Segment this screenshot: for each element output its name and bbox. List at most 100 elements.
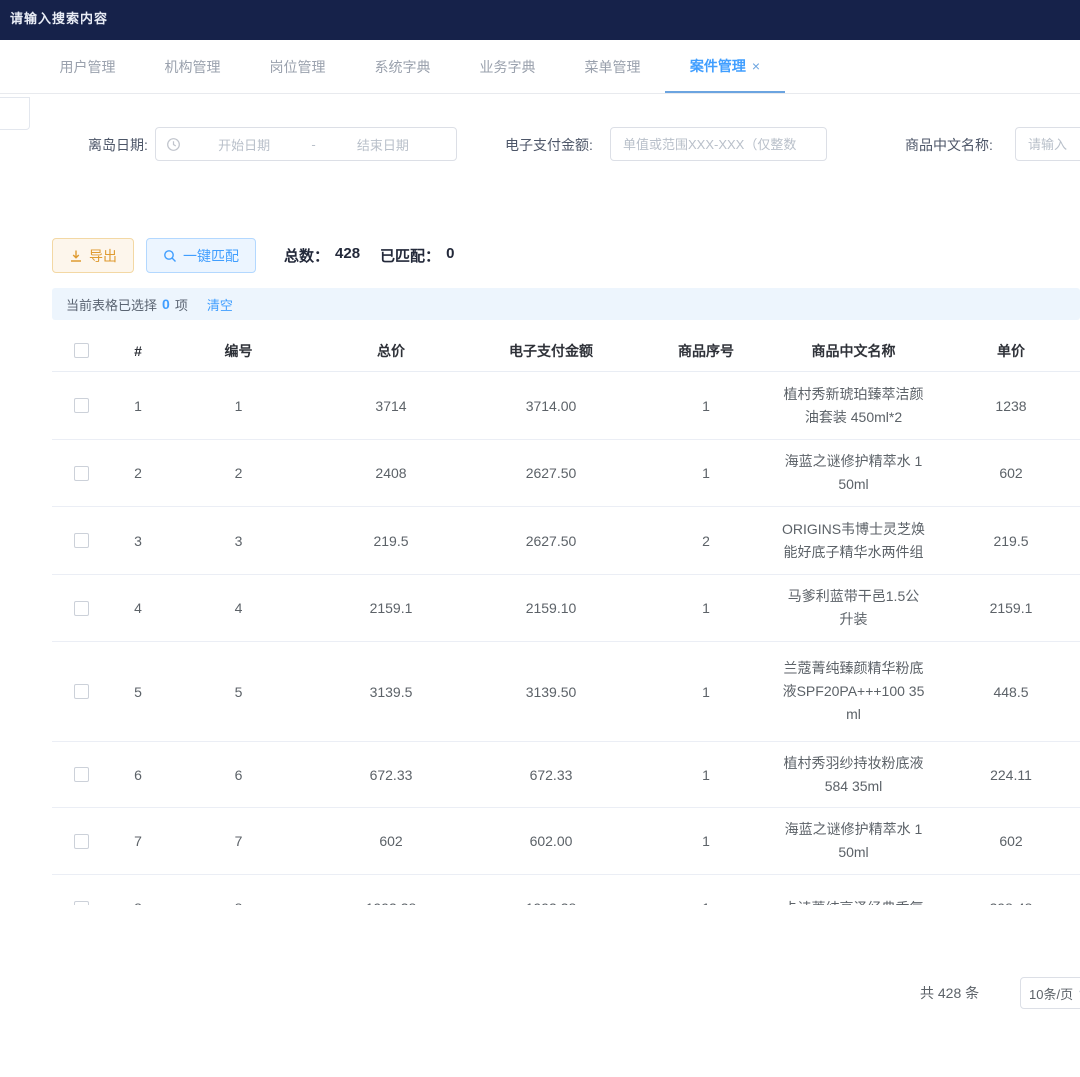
- selection-prefix: 当前表格已选择: [66, 295, 157, 314]
- cell-total: 2408: [311, 465, 471, 481]
- page-size-value: 10条/页: [1029, 984, 1073, 1003]
- col-header-unit: 单价: [926, 341, 1080, 361]
- date-range-picker[interactable]: 开始日期 - 结束日期: [155, 127, 457, 161]
- selection-bar: 当前表格已选择 0 项 清空: [52, 288, 1080, 320]
- cell-index: 6: [110, 767, 166, 783]
- tab-label: 业务字典: [480, 57, 536, 77]
- top-navbar: 请输入搜索内容: [0, 0, 1080, 40]
- cell-seq: 2: [631, 533, 781, 549]
- col-header-epay: 电子支付金额: [471, 341, 631, 361]
- tab-system-dict[interactable]: 系统字典: [350, 40, 455, 93]
- cell-epay: 2159.10: [471, 600, 631, 616]
- clear-selection-link[interactable]: 清空: [207, 295, 233, 314]
- cell-index: 1: [110, 398, 166, 414]
- amount-input[interactable]: [611, 128, 826, 160]
- data-table: # 编号 总价 电子支付金额 商品序号 商品中文名称 单价 1 1 3714 3…: [52, 330, 1080, 905]
- toolbar: 导出 一键匹配 总数： 428 已匹配： 0: [52, 238, 454, 273]
- table-row: 1 1 3714 3714.00 1 植村秀新琥珀臻萃洁颜油套装 450ml*2…: [52, 372, 1080, 440]
- selection-suffix: 项: [175, 295, 188, 314]
- col-header-total: 总价: [311, 341, 471, 361]
- cell-code: 6: [166, 767, 311, 783]
- tab-label: 案件管理: [690, 56, 746, 76]
- export-button[interactable]: 导出: [52, 238, 134, 273]
- col-header-code: 编号: [166, 341, 311, 361]
- cell-unit: 1238: [926, 398, 1080, 414]
- cell-total: 219.5: [311, 533, 471, 549]
- cell-epay: 672.33: [471, 767, 631, 783]
- tab-bar: 用户管理 机构管理 岗位管理 系统字典 业务字典 菜单管理 案件管理 ×: [0, 40, 1080, 94]
- cell-total: 3139.5: [311, 684, 471, 700]
- cell-code: 4: [166, 600, 311, 616]
- count-summary: 总数： 428 已匹配： 0: [284, 245, 454, 266]
- table-row: 8 8 1993.38 1993.38 1 卡诗菁纯亮泽经典香氛 398.48: [52, 875, 1080, 905]
- row-checkbox[interactable]: [74, 601, 89, 616]
- cell-name: 植村秀新琥珀臻萃洁颜油套装 450ml*2: [781, 377, 926, 435]
- cell-index: 7: [110, 833, 166, 849]
- table-row: 3 3 219.5 2627.50 2 ORIGINS韦博士灵芝焕能好底子精华水…: [52, 507, 1080, 575]
- cell-unit: 219.5: [926, 533, 1080, 549]
- date-filter-label: 离岛日期:: [88, 135, 148, 155]
- row-checkbox[interactable]: [74, 901, 89, 906]
- download-icon: [69, 249, 83, 263]
- cell-seq: 1: [631, 900, 781, 905]
- cell-epay: 3139.50: [471, 684, 631, 700]
- tab-org-management[interactable]: 机构管理: [140, 40, 245, 93]
- tab-label: 系统字典: [375, 57, 431, 77]
- page-size-select[interactable]: 10条/页 ▾: [1020, 977, 1080, 1009]
- row-checkbox[interactable]: [74, 767, 89, 782]
- cell-index: 2: [110, 465, 166, 481]
- table-row: 5 5 3139.5 3139.50 1 兰蔻菁纯臻颜精华粉底液SPF20PA+…: [52, 642, 1080, 742]
- col-header-index: #: [110, 343, 166, 359]
- total-value: 428: [335, 245, 360, 266]
- cell-name: 海蓝之谜修护精萃水 150ml: [781, 444, 926, 502]
- select-all-checkbox[interactable]: [74, 343, 89, 358]
- row-checkbox[interactable]: [74, 533, 89, 548]
- cell-name: 海蓝之谜修护精萃水 150ml: [781, 812, 926, 870]
- cell-code: 2: [166, 465, 311, 481]
- row-checkbox[interactable]: [74, 466, 89, 481]
- product-name-input[interactable]: [1016, 128, 1080, 160]
- cell-name: 植村秀羽纱持妆粉底液584 35ml: [781, 746, 926, 804]
- row-checkbox[interactable]: [74, 834, 89, 849]
- row-checkbox[interactable]: [74, 398, 89, 413]
- cell-code: 1: [166, 398, 311, 414]
- tab-label: 岗位管理: [270, 57, 326, 77]
- amount-filter-label: 电子支付金额:: [505, 135, 593, 155]
- cell-unit: 398.48: [926, 900, 1080, 905]
- row-checkbox[interactable]: [74, 684, 89, 699]
- amount-input-box: [610, 127, 827, 161]
- matched-value: 0: [446, 245, 454, 266]
- pagination-total: 共 428 条: [920, 983, 979, 1003]
- cell-seq: 1: [631, 398, 781, 414]
- cell-total: 2159.1: [311, 600, 471, 616]
- cell-total: 602: [311, 833, 471, 849]
- tab-user-management[interactable]: 用户管理: [35, 40, 140, 93]
- cell-epay: 2627.50: [471, 465, 631, 481]
- cell-epay: 602.00: [471, 833, 631, 849]
- cell-code: 5: [166, 684, 311, 700]
- cell-total: 3714: [311, 398, 471, 414]
- tab-menu-management[interactable]: 菜单管理: [560, 40, 665, 93]
- pagination: 共 428 条 10条/页 ▾: [0, 975, 1080, 1009]
- cell-name: 兰蔻菁纯臻颜精华粉底液SPF20PA+++100 35 ml: [781, 651, 926, 732]
- one-key-match-button[interactable]: 一键匹配: [146, 238, 256, 273]
- tab-label: 菜单管理: [585, 57, 641, 77]
- cell-seq: 1: [631, 833, 781, 849]
- cell-seq: 1: [631, 767, 781, 783]
- cell-epay: 3714.00: [471, 398, 631, 414]
- close-icon[interactable]: ×: [752, 58, 760, 74]
- tab-business-dict[interactable]: 业务字典: [455, 40, 560, 93]
- cell-total: 672.33: [311, 767, 471, 783]
- cell-index: 5: [110, 684, 166, 700]
- match-label: 一键匹配: [183, 246, 239, 266]
- total-label: 总数：: [284, 245, 329, 266]
- cell-epay: 1993.38: [471, 900, 631, 905]
- clock-icon: [166, 137, 181, 152]
- global-search-input[interactable]: 请输入搜索内容: [10, 8, 108, 27]
- table-header-row: # 编号 总价 电子支付金额 商品序号 商品中文名称 单价: [52, 330, 1080, 372]
- cell-unit: 2159.1: [926, 600, 1080, 616]
- tab-case-management[interactable]: 案件管理 ×: [665, 40, 785, 93]
- tab-post-management[interactable]: 岗位管理: [245, 40, 350, 93]
- search-icon: [163, 249, 177, 263]
- table-row: 4 4 2159.1 2159.10 1 马爹利蓝带干邑1.5公升装 2159.…: [52, 575, 1080, 642]
